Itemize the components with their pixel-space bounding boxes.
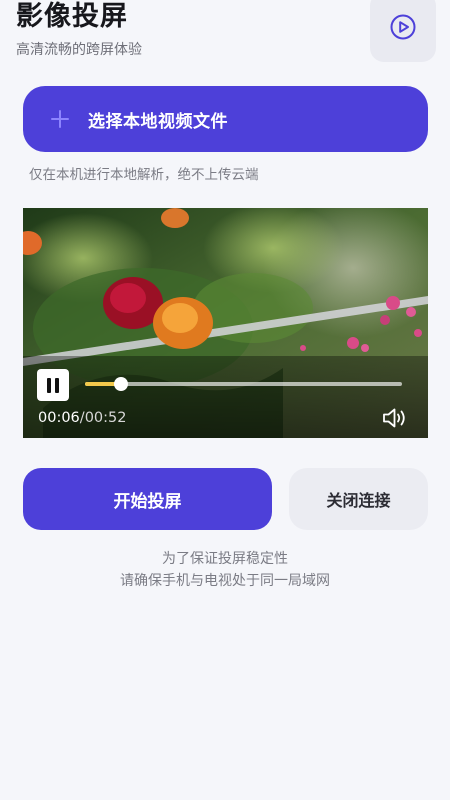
video-player[interactable]: 00:06/00:52 [23,208,428,438]
pause-button[interactable] [37,369,69,401]
select-video-button[interactable]: 选择本地视频文件 [23,86,428,152]
privacy-hint: 仅在本机进行本地解析，绝不上传云端 [29,167,259,183]
tip-line-1: 为了保证投屏稳定性 [162,551,288,567]
header: 影像投屏 高清流畅的跨屏体验 [16,0,142,60]
volume-icon[interactable] [382,406,408,430]
play-circle-icon [390,14,416,40]
play-button[interactable] [370,0,436,62]
page-title: 影像投屏 [16,1,128,32]
network-tip: 为了保证投屏稳定性 请确保手机与电视处于同一局域网 [0,548,450,592]
start-cast-button[interactable]: 开始投屏 [23,468,272,530]
progress-bar[interactable] [85,377,402,391]
progress-knob[interactable] [114,377,129,391]
pause-icon [47,377,59,393]
current-time: 00:06 [38,410,80,426]
plus-icon [49,108,71,130]
player-controls: 00:06/00:52 [23,356,428,438]
page-subtitle: 高清流畅的跨屏体验 [16,42,142,58]
tip-line-2: 请确保手机与电视处于同一局域网 [120,573,330,589]
close-connection-button[interactable]: 关闭连接 [289,468,428,530]
playback-time: 00:06/00:52 [38,410,126,426]
select-video-label: 选择本地视频文件 [88,111,228,132]
duration: 00:52 [84,410,127,426]
